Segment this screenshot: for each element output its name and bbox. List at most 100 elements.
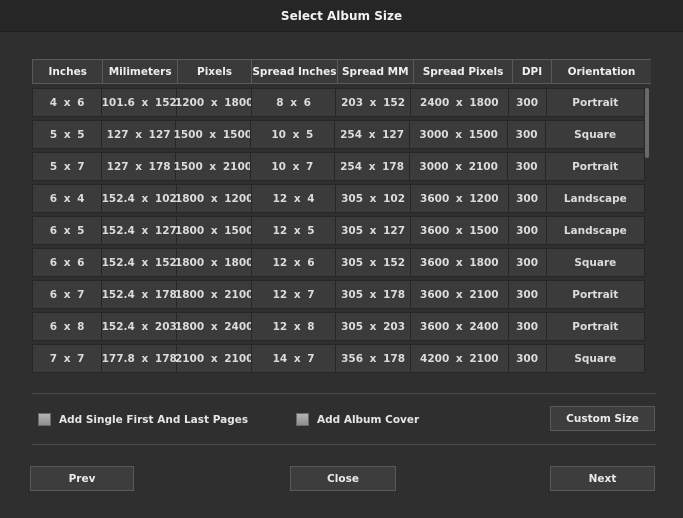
cell-dpi[interactable]: 300: [507, 152, 547, 181]
cell-inches[interactable]: 6 x 4: [32, 184, 103, 213]
cell-pixels[interactable]: 1200 x 1800: [175, 88, 253, 117]
table-row[interactable]: 7 x 7 177.8 x 178 2100 x 2100 14 x 7 356 x 1…: [32, 344, 646, 373]
cell-spread-mm[interactable]: 254 x 127: [333, 120, 411, 149]
table-row[interactable]: 5 x 7 127 x 178 1500 x 2100 10 x 7 254 x 178…: [32, 152, 645, 181]
album-cover-checkbox[interactable]: [296, 413, 309, 426]
cell-spread-inches[interactable]: 12 x 7: [251, 280, 337, 309]
cell-spread-inches[interactable]: 10 x 7: [249, 152, 335, 181]
cell-spread-inches[interactable]: 10 x 5: [249, 120, 335, 149]
cell-millimeters[interactable]: 177.8 x 178: [101, 344, 178, 373]
cell-spread-inches[interactable]: 12 x 5: [251, 216, 337, 245]
cell-spread-mm[interactable]: 203 x 152: [335, 88, 412, 117]
cell-millimeters[interactable]: 152.4 x 127: [101, 216, 178, 245]
table-row[interactable]: 6 x 8 152.4 x 203 1800 x 2400 12 x 8 305 x 2…: [32, 312, 646, 341]
table-row[interactable]: 6 x 6 152.4 x 152 1800 x 1800 12 x 6 305 x 1…: [32, 248, 646, 277]
cell-spread-inches[interactable]: 12 x 8: [251, 312, 337, 341]
cell-spread-inches[interactable]: 12 x 6: [251, 248, 337, 277]
cell-inches[interactable]: 6 x 8: [32, 312, 103, 341]
cell-dpi[interactable]: 300: [507, 280, 547, 309]
cell-inches[interactable]: 4 x 6: [32, 88, 103, 117]
cell-pixels[interactable]: 2100 x 2100: [175, 344, 253, 373]
cell-dpi[interactable]: 300: [507, 120, 547, 149]
cell-spread-mm[interactable]: 254 x 178: [333, 152, 411, 181]
table-row[interactable]: 5 x 5 127 x 127 1500 x 1500 10 x 5 254 x 127…: [32, 120, 645, 149]
cell-millimeters[interactable]: 152.4 x 102: [101, 184, 178, 213]
cell-spread-pixels[interactable]: 4200 x 2100: [410, 344, 509, 373]
table-scrollbar[interactable]: [645, 88, 650, 376]
cell-spread-mm[interactable]: 305 x 127: [335, 216, 412, 245]
column-header-dpi: DPI: [512, 59, 552, 84]
cell-spread-mm[interactable]: 305 x 152: [335, 248, 412, 277]
prev-button[interactable]: Prev: [30, 466, 134, 491]
cell-spread-pixels[interactable]: 3600 x 1200: [410, 184, 509, 213]
cell-millimeters[interactable]: 152.4 x 178: [101, 280, 178, 309]
cell-orientation[interactable]: Square: [545, 248, 646, 277]
cell-pixels[interactable]: 1800 x 1500: [175, 216, 253, 245]
cell-spread-pixels[interactable]: 3600 x 1500: [410, 216, 509, 245]
cell-inches[interactable]: 5 x 5: [32, 120, 103, 149]
cell-orientation[interactable]: Landscape: [545, 184, 646, 213]
cell-millimeters[interactable]: 127 x 127: [101, 120, 176, 149]
select-album-size-dialog: Select Album Size Inches Milimeters Pixels…: [0, 0, 683, 518]
album-cover-option[interactable]: Add Album Cover: [296, 413, 419, 426]
scrollbar-thumb[interactable]: [645, 88, 649, 158]
cell-millimeters[interactable]: 101.6 x 152: [101, 88, 178, 117]
table-row[interactable]: 6 x 4 152.4 x 102 1800 x 1200 12 x 4 305 x 1…: [32, 184, 646, 213]
cell-orientation[interactable]: Landscape: [545, 216, 646, 245]
cell-dpi[interactable]: 300: [507, 184, 547, 213]
cell-spread-inches[interactable]: 8 x 6: [251, 88, 337, 117]
cell-dpi[interactable]: 300: [507, 312, 547, 341]
cell-inches[interactable]: 7 x 7: [32, 344, 103, 373]
cell-dpi[interactable]: 300: [507, 216, 547, 245]
table-row[interactable]: 6 x 7 152.4 x 178 1800 x 2100 12 x 7 305 x 1…: [32, 280, 646, 309]
cell-inches[interactable]: 6 x 6: [32, 248, 103, 277]
cell-dpi[interactable]: 300: [507, 248, 547, 277]
cell-inches[interactable]: 6 x 5: [32, 216, 103, 245]
custom-size-button[interactable]: Custom Size: [550, 406, 655, 431]
table-row[interactable]: 4 x 6 101.6 x 152 1200 x 1800 8 x 6 203 x 15…: [32, 88, 646, 117]
album-size-table: Inches Milimeters Pixels Spread Inches Sprea…: [32, 59, 651, 377]
cell-dpi[interactable]: 300: [507, 88, 547, 117]
column-header-inches: Inches: [32, 59, 104, 84]
cell-spread-pixels[interactable]: 3000 x 1500: [409, 120, 509, 149]
column-header-millimeters: Milimeters: [102, 59, 178, 84]
close-button[interactable]: Close: [290, 466, 396, 491]
cell-dpi[interactable]: 300: [507, 344, 547, 373]
cell-orientation[interactable]: Portrait: [545, 152, 645, 181]
single-pages-option[interactable]: Add Single First And Last Pages: [38, 413, 248, 426]
cell-spread-pixels[interactable]: 3000 x 2100: [409, 152, 509, 181]
cell-inches[interactable]: 6 x 7: [32, 280, 103, 309]
cell-pixels[interactable]: 1800 x 2100: [175, 280, 253, 309]
cell-spread-pixels[interactable]: 3600 x 2400: [410, 312, 509, 341]
cell-spread-pixels[interactable]: 3600 x 2100: [410, 280, 509, 309]
cell-millimeters[interactable]: 127 x 178: [101, 152, 176, 181]
cell-orientation[interactable]: Portrait: [545, 88, 646, 117]
cell-spread-mm[interactable]: 356 x 178: [335, 344, 412, 373]
cell-pixels[interactable]: 1500 x 2100: [174, 152, 252, 181]
cell-spread-mm[interactable]: 305 x 102: [335, 184, 412, 213]
cell-pixels[interactable]: 1800 x 1800: [175, 248, 253, 277]
cell-orientation[interactable]: Portrait: [545, 280, 646, 309]
album-cover-label[interactable]: Add Album Cover: [317, 414, 419, 426]
cell-orientation[interactable]: Portrait: [545, 312, 646, 341]
cell-spread-mm[interactable]: 305 x 178: [335, 280, 412, 309]
cell-spread-inches[interactable]: 14 x 7: [251, 344, 337, 373]
cell-inches[interactable]: 5 x 7: [32, 152, 103, 181]
single-pages-label[interactable]: Add Single First And Last Pages: [59, 414, 248, 426]
cell-pixels[interactable]: 1800 x 2400: [175, 312, 253, 341]
cell-spread-pixels[interactable]: 3600 x 1800: [410, 248, 509, 277]
table-body: 4 x 6 101.6 x 152 1200 x 1800 8 x 6 203 x 15…: [32, 88, 646, 376]
cell-orientation[interactable]: Square: [545, 344, 646, 373]
cell-spread-pixels[interactable]: 2400 x 1800: [410, 88, 509, 117]
next-button[interactable]: Next: [550, 466, 655, 491]
cell-millimeters[interactable]: 152.4 x 203: [101, 312, 178, 341]
cell-millimeters[interactable]: 152.4 x 152: [101, 248, 178, 277]
cell-spread-inches[interactable]: 12 x 4: [251, 184, 337, 213]
cell-pixels[interactable]: 1800 x 1200: [175, 184, 253, 213]
cell-spread-mm[interactable]: 305 x 203: [335, 312, 412, 341]
table-row[interactable]: 6 x 5 152.4 x 127 1800 x 1500 12 x 5 305 x 1…: [32, 216, 646, 245]
column-header-pixels: Pixels: [176, 59, 253, 84]
cell-orientation[interactable]: Square: [545, 120, 645, 149]
cell-pixels[interactable]: 1500 x 1500: [174, 120, 252, 149]
single-pages-checkbox[interactable]: [38, 413, 51, 426]
